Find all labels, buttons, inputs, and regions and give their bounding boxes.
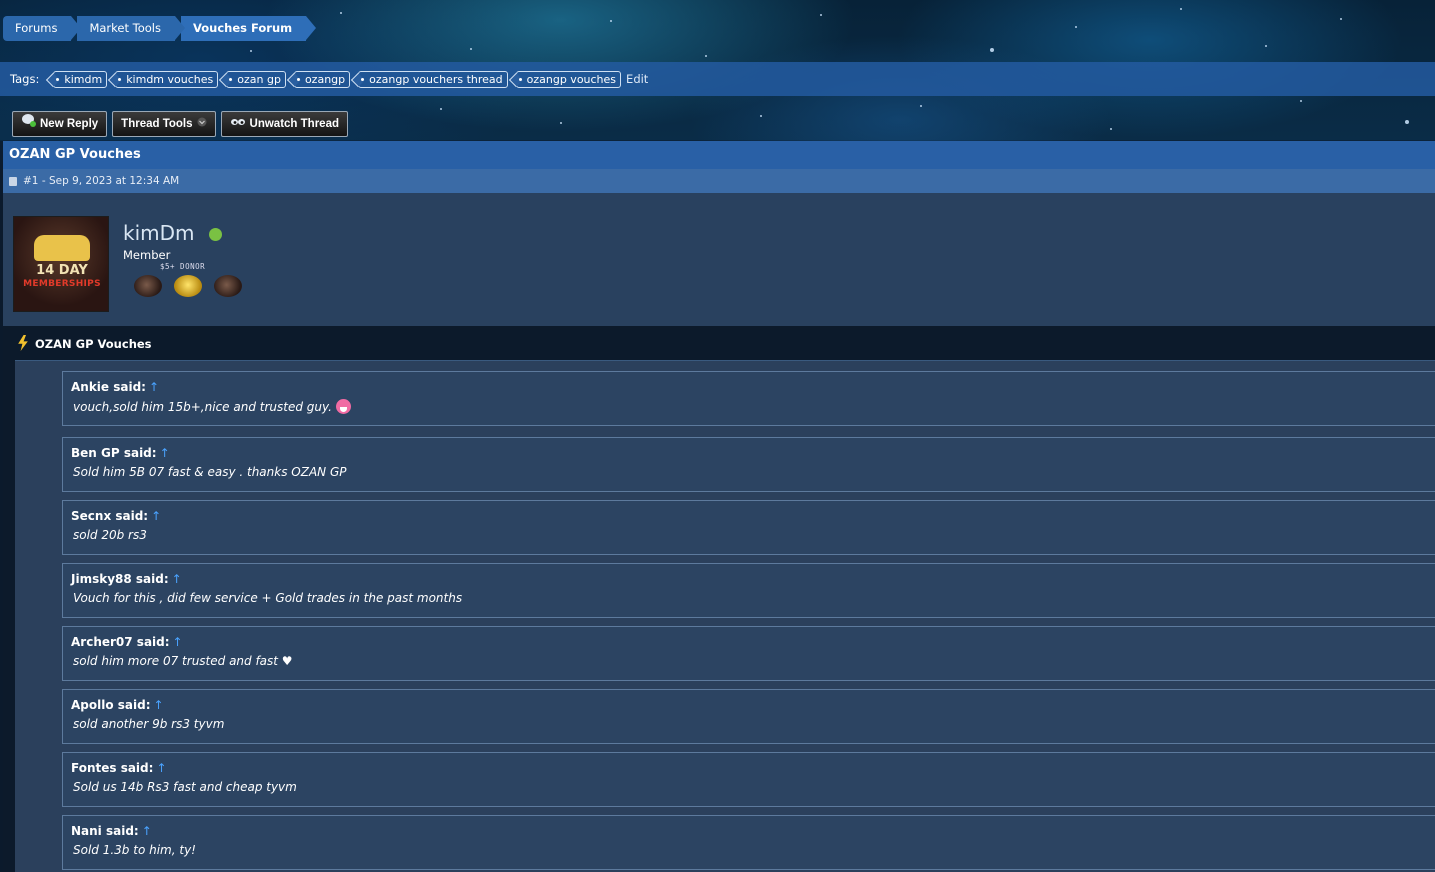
quote-author: Archer07 said: ↑ bbox=[71, 635, 183, 649]
quote-author: Secnx said: ↑ bbox=[71, 509, 162, 523]
quote-block: Nani said: ↑ Sold 1.3b to him, ty! bbox=[62, 815, 1435, 870]
post-body: OZAN GP Vouches Ankie said: ↑ vouch,sold … bbox=[3, 326, 1435, 872]
tag-bar: Tags: kimdm kimdm vouches ozan gp ozangp… bbox=[0, 62, 1435, 96]
post-user-info: 14 DAY MEMBERSHIPS kimDm Member $5+ DONO… bbox=[3, 193, 1435, 326]
tag-kimdm[interactable]: kimdm bbox=[53, 70, 108, 88]
quote-text: vouch,sold him 15b+,nice and trusted guy… bbox=[73, 399, 351, 414]
avatar-text-line2: MEMBERSHIPS bbox=[23, 279, 101, 289]
quote-source-arrow-icon[interactable]: ↑ bbox=[160, 446, 170, 460]
badge-icon-1 bbox=[134, 275, 162, 297]
unwatch-thread-label: Unwatch Thread bbox=[249, 118, 339, 130]
quote-author: Ben GP said: ↑ bbox=[71, 446, 170, 460]
donor-label: $5+ DONOR bbox=[160, 262, 206, 271]
online-status-icon bbox=[209, 228, 222, 241]
tag-ozan-gp[interactable]: ozan gp bbox=[226, 70, 286, 88]
quote-source-arrow-icon[interactable]: ↑ bbox=[156, 761, 166, 775]
eyes-icon bbox=[230, 112, 246, 136]
chevron-down-icon bbox=[197, 112, 207, 136]
quote-source-arrow-icon[interactable]: ↑ bbox=[149, 380, 159, 394]
quote-text: sold 20b rs3 bbox=[73, 528, 147, 542]
party-hat-icon bbox=[34, 235, 90, 261]
breadcrumb: Forums Market Tools Vouches Forum bbox=[3, 16, 317, 41]
user-title: Member bbox=[123, 248, 171, 262]
quote-block: Apollo said: ↑ sold another 9b rs3 tyvm bbox=[62, 689, 1435, 744]
quote-author: Nani said: ↑ bbox=[71, 824, 152, 838]
tags-edit-link[interactable]: Edit bbox=[626, 72, 648, 86]
post-meta[interactable]: #1 - Sep 9, 2023 at 12:34 AM bbox=[23, 175, 179, 187]
thread-tools-label: Thread Tools bbox=[121, 118, 193, 130]
quote-author: Fontes said: ↑ bbox=[71, 761, 167, 775]
tag-ozangp-vouchers-thread[interactable]: ozangp vouchers thread bbox=[358, 70, 508, 88]
quote-text: Sold 1.3b to him, ty! bbox=[73, 843, 196, 857]
avatar[interactable]: 14 DAY MEMBERSHIPS bbox=[13, 216, 109, 312]
quote-source-arrow-icon[interactable]: ↑ bbox=[151, 509, 161, 523]
quote-author: Ankie said: ↑ bbox=[71, 380, 160, 394]
username[interactable]: kimDm bbox=[123, 221, 195, 245]
gold-coins-icon bbox=[174, 275, 202, 297]
tongue-emoji-icon bbox=[335, 399, 351, 414]
quote-author: Apollo said: ↑ bbox=[71, 698, 164, 712]
breadcrumb-vouches-forum[interactable]: Vouches Forum bbox=[180, 16, 317, 41]
quote-source-arrow-icon[interactable]: ↑ bbox=[172, 572, 182, 586]
quote-text: Vouch for this , did few service + Gold … bbox=[73, 591, 463, 605]
post-title: OZAN GP Vouches bbox=[35, 337, 152, 351]
tag-ozangp[interactable]: ozangp bbox=[293, 70, 351, 88]
quote-source-arrow-icon[interactable]: ↑ bbox=[154, 698, 164, 712]
quote-block: Archer07 said: ↑ sold him more 07 trusted… bbox=[62, 626, 1435, 681]
quote-text: sold another 9b rs3 tyvm bbox=[73, 717, 225, 731]
quote-block: Secnx said: ↑ sold 20b rs3 bbox=[62, 500, 1435, 555]
lightning-icon bbox=[18, 335, 28, 351]
reply-bubble-icon bbox=[21, 112, 36, 136]
quote-source-arrow-icon[interactable]: ↑ bbox=[173, 635, 183, 649]
badge-icon-3 bbox=[214, 275, 242, 297]
tags-label: Tags: bbox=[10, 72, 40, 86]
thread-toolbar: New Reply Thread Tools Unwatch Thread bbox=[12, 111, 348, 137]
quote-block: Ben GP said: ↑ Sold him 5B 07 fast & easy… bbox=[62, 437, 1435, 492]
thread-tools-button[interactable]: Thread Tools bbox=[112, 111, 216, 137]
avatar-text-line1: 14 DAY bbox=[36, 263, 88, 278]
quote-author: Jimsky88 said: ↑ bbox=[71, 572, 182, 586]
new-reply-button[interactable]: New Reply bbox=[12, 111, 108, 137]
quote-block: Jimsky88 said: ↑ Vouch for this , did few… bbox=[62, 563, 1435, 618]
quote-block: Fontes said: ↑ Sold us 14b Rs3 fast and c… bbox=[62, 752, 1435, 807]
breadcrumb-forums[interactable]: Forums bbox=[3, 16, 82, 41]
new-reply-label: New Reply bbox=[40, 118, 99, 130]
quote-text: sold him more 07 trusted and fast ♥ bbox=[73, 654, 293, 668]
tag-kimdm-vouches[interactable]: kimdm vouches bbox=[115, 70, 219, 88]
quote-text: Sold him 5B 07 fast & easy . thanks OZAN… bbox=[73, 465, 347, 479]
quote-text: Sold us 14b Rs3 fast and cheap tyvm bbox=[73, 780, 297, 794]
tag-ozangp-vouches[interactable]: ozangp vouches bbox=[515, 70, 622, 88]
post-icon bbox=[9, 177, 17, 186]
post-meta-bar: #1 - Sep 9, 2023 at 12:34 AM bbox=[3, 169, 1435, 193]
quote-block: Ankie said: ↑ vouch,sold him 15b+,nice an… bbox=[62, 371, 1435, 426]
quote-source-arrow-icon[interactable]: ↑ bbox=[142, 824, 152, 838]
thread-title: OZAN GP Vouches bbox=[3, 141, 1435, 169]
post-content: Ankie said: ↑ vouch,sold him 15b+,nice an… bbox=[15, 361, 1435, 872]
unwatch-thread-button[interactable]: Unwatch Thread bbox=[220, 111, 348, 137]
breadcrumb-market-tools[interactable]: Market Tools bbox=[77, 16, 185, 41]
